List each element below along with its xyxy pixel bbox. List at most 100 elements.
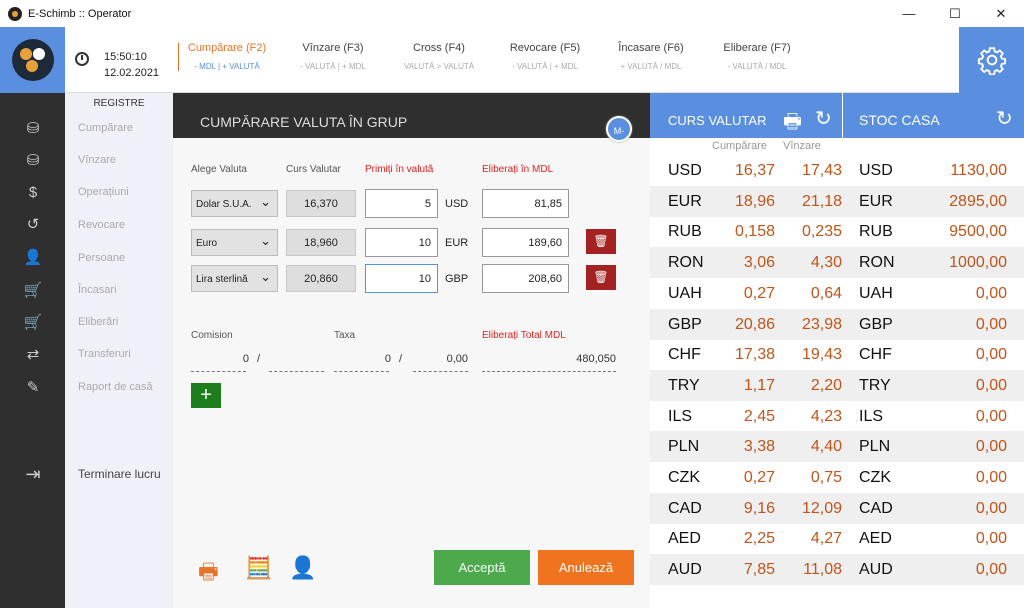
rate-code: CZK [668, 469, 700, 486]
refresh-stock-icon[interactable]: ↻ [996, 106, 1013, 131]
revoke-icon[interactable]: ↺ [22, 216, 44, 234]
close-button[interactable]: ✕ [978, 0, 1024, 27]
add-row-button[interactable]: + [191, 383, 221, 408]
menu-item-cash-report[interactable]: Raport de casă [78, 381, 153, 393]
delete-row-button[interactable]: 🗑 [586, 265, 616, 290]
rate-code: AUD [668, 561, 702, 579]
rate-code: AED [668, 530, 701, 548]
delete-row-button[interactable]: 🗑 [586, 229, 616, 254]
report-icon[interactable]: ✎ [22, 379, 44, 397]
maximize-button[interactable]: ☐ [932, 0, 978, 27]
menu-item-revoke[interactable]: Revocare [78, 219, 125, 231]
cart-in-icon[interactable]: 🛒 [22, 282, 44, 300]
buy-rate: 7,85 [743, 561, 775, 579]
buy-rate: 17,38 [734, 346, 775, 364]
sell-rate: 0,64 [810, 284, 842, 302]
operations-icon[interactable]: $ [22, 184, 44, 202]
buy-rate: 2,25 [743, 530, 775, 548]
rates-title: CURS VALUTAR [668, 113, 767, 128]
menu-item-releases[interactable]: Eliberări [78, 316, 118, 328]
tax-amount[interactable]: 0,00 [413, 353, 468, 365]
stock-title: STOC CASA [859, 112, 940, 128]
amount-input[interactable]: 10 [365, 228, 438, 257]
commission-value[interactable]: 0 [191, 353, 249, 365]
sell-rate: 0,75 [810, 469, 842, 486]
rate-row: TRY 1,17 2,20 TRY 0,00 [650, 369, 1024, 401]
sell-rate: 12,09 [801, 499, 842, 517]
tab-label: Încasare (F6) [618, 42, 684, 54]
tab-subtitle: - VALUTĂ / MDL [727, 62, 787, 71]
print-rates-icon[interactable]: 🖶 [783, 107, 802, 141]
rate-code: ILS [668, 407, 693, 425]
stock-code: AED [859, 530, 892, 548]
rate-row: ILS 2,45 4,23 ILS 0,00 [650, 401, 1024, 432]
menu-item-end-work[interactable]: Terminare lucru [78, 467, 161, 481]
sell-rate: 11,08 [803, 561, 842, 579]
stock-code: PLN [859, 438, 891, 456]
tab-3[interactable]: Revocare (F5) - VALUTĂ | + MDL [492, 27, 598, 93]
rate-row: EUR 18,96 21,18 EUR 2895,00 [650, 185, 1024, 217]
currency-select[interactable]: Dolar S.U.A. [191, 190, 278, 217]
app-icon [8, 6, 22, 21]
buy-rate: 2,45 [743, 407, 775, 425]
stock-amount: 0,00 [975, 284, 1007, 302]
divider [482, 371, 616, 372]
menu-item-persons[interactable]: Persoane [78, 252, 125, 264]
menu-item-sell[interactable]: Vînzare [78, 154, 116, 166]
amount-input[interactable]: 10 [365, 264, 438, 293]
buy-rate: 1,17 [743, 376, 775, 394]
mdl-output: 189,60 [482, 228, 569, 257]
persons-icon[interactable]: 👤 [22, 249, 44, 267]
col-pay: Eliberați în MDL [482, 164, 554, 175]
stock-amount: 0,00 [975, 438, 1007, 456]
tab-1[interactable]: Vînzare (F3) - VALUTĂ | + MDL [280, 27, 386, 93]
tab-2[interactable]: Cross (F4) VALUTĂ > VALUTĂ [386, 27, 492, 93]
sell-rate: 4,27 [810, 530, 842, 548]
person-icon[interactable]: 👤 [289, 555, 316, 581]
printer-icon[interactable]: 🖶 [198, 555, 219, 593]
calculator-icon[interactable]: 🧮 [245, 555, 272, 581]
mode-badge-button[interactable]: M- [606, 116, 632, 142]
mdl-output: 208,60 [482, 264, 569, 293]
sell-rate: 21,18 [801, 192, 842, 210]
coins-sell-icon[interactable]: ⛁ [22, 152, 44, 170]
settings-button[interactable] [959, 27, 1024, 93]
minimize-button[interactable]: — [886, 0, 932, 27]
sell-column-header: Vînzare [783, 140, 821, 152]
currency-select[interactable]: Euro [191, 229, 278, 256]
rates-header: CURS VALUTAR 🖶 ↻ [650, 93, 842, 138]
tab-0[interactable]: Cumpărare (F2) - MDL | + VALUTĂ [174, 27, 280, 93]
buy-rate: 20,86 [734, 315, 775, 333]
col-currency: Alege Valuta [191, 164, 247, 175]
rate-field: 16,370 [286, 190, 356, 217]
logout-icon[interactable]: ⇥ [22, 465, 44, 483]
buy-rate: 0,27 [743, 469, 775, 486]
coins-buy-icon[interactable]: ⛁ [22, 120, 44, 138]
rate-code: RON [668, 254, 704, 272]
buy-rate: 3,06 [743, 254, 775, 272]
menu-item-buy[interactable]: Cumpărare [78, 122, 133, 134]
total-value: 480,050 [576, 353, 616, 365]
rate-row: AUD 7,85 11,08 AUD 0,00 [650, 554, 1024, 586]
menu-item-collections[interactable]: Încasari [78, 284, 117, 296]
accept-button[interactable]: Acceptă [434, 550, 530, 585]
tax-value[interactable]: 0 [334, 353, 391, 365]
tab-5[interactable]: Eliberare (F7) - VALUTĂ / MDL [704, 27, 810, 93]
tab-4[interactable]: Încasare (F6) + VALUTĂ / MDL [598, 27, 704, 93]
currency-code: EUR [445, 237, 469, 249]
currency-select[interactable]: Lira sterlină [191, 265, 278, 292]
rate-code: EUR [668, 192, 702, 210]
cart-out-icon[interactable]: 🛒 [22, 314, 44, 332]
transfer-icon[interactable]: ⇄ [22, 346, 44, 364]
form-title: CUMPĂRARE VALUTA ÎN GRUP [200, 114, 408, 130]
rate-field: 18,960 [286, 229, 356, 256]
refresh-rates-icon[interactable]: ↻ [815, 106, 832, 131]
amount-input[interactable]: 5 [365, 189, 438, 218]
tab-subtitle: - MDL | + VALUTĂ [194, 62, 260, 71]
currency-code: GBP [445, 273, 469, 285]
menu-item-operations[interactable]: Operațiuni [78, 186, 129, 198]
rate-row: AED 2,25 4,27 AED 0,00 [650, 523, 1024, 554]
cancel-button[interactable]: Anulează [538, 550, 634, 585]
divider [191, 371, 246, 372]
menu-item-transfers[interactable]: Transferuri [78, 348, 131, 360]
